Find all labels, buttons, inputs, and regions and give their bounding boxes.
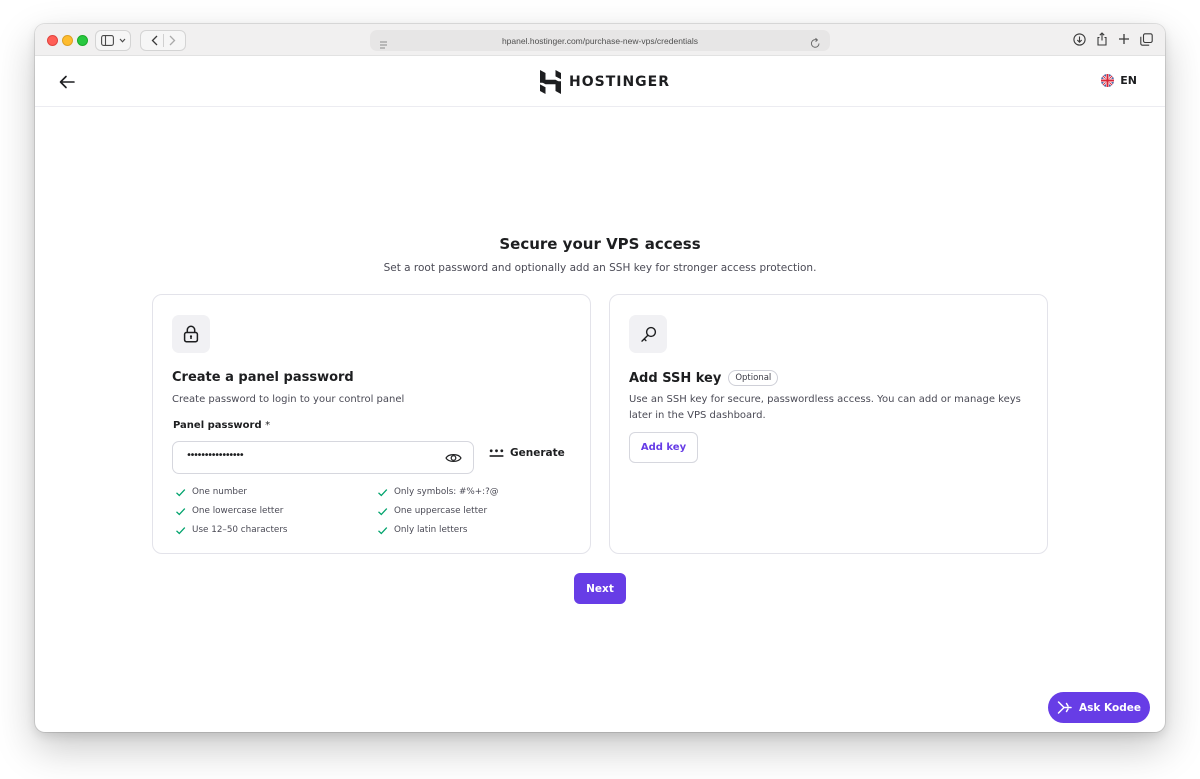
page-subtitle: Set a root password and optionally add a…: [383, 262, 817, 274]
add-key-button[interactable]: Add key: [629, 432, 698, 463]
maximize-window-button[interactable]: [77, 35, 88, 46]
browser-toolbar: hpanel.hostinger.com/purchase-new-vps/cr…: [35, 24, 1165, 56]
ask-kodee-label: Ask Kodee: [1079, 701, 1141, 714]
password-rule: Use 12–50 characters: [175, 523, 377, 537]
generate-password-button[interactable]: Generate: [489, 447, 565, 459]
password-rule-text: Only latin letters: [394, 525, 468, 535]
browser-window: hpanel.hostinger.com/purchase-new-vps/cr…: [35, 24, 1165, 732]
password-rule-text: One number: [192, 487, 248, 497]
password-rule-text: Only symbols: #%+:?@: [394, 487, 499, 497]
uk-flag-icon: [1101, 74, 1115, 87]
divider: [162, 34, 164, 47]
password-rule-text: One uppercase letter: [394, 506, 488, 516]
reader-icon[interactable]: [379, 35, 388, 54]
key-icon-tile: [629, 315, 667, 353]
password-rule-text: Use 12–50 characters: [192, 525, 288, 535]
password-value: ••••••••••••••••: [186, 450, 245, 461]
sidebar-icon: [100, 35, 114, 46]
url-text: hpanel.hostinger.com/purchase-new-vps/cr…: [501, 35, 699, 46]
close-window-button[interactable]: [47, 35, 58, 46]
address-bar[interactable]: hpanel.hostinger.com/purchase-new-vps/cr…: [370, 30, 830, 51]
ask-kodee-button[interactable]: Ask Kodee: [1048, 692, 1150, 723]
back-nav-icon[interactable]: [151, 35, 158, 46]
password-card-description: Create password to login to your control…: [172, 394, 405, 405]
history-navigation: [140, 30, 186, 51]
panel-password-card: Create a panel password Create password …: [152, 294, 591, 554]
minimize-window-button[interactable]: [62, 35, 73, 46]
ssh-card-description: Use an SSH key for secure, passwordless …: [629, 394, 1021, 421]
chevron-down-icon: [119, 38, 126, 43]
check-icon: [175, 506, 186, 517]
ssh-card-title-text: Add SSH key: [629, 370, 722, 386]
hostinger-logo: HOSTINGER: [540, 70, 670, 94]
password-rule: One uppercase letter: [377, 504, 577, 518]
check-icon: [377, 525, 388, 536]
browser-actions: [1073, 32, 1153, 46]
panel-password-label: Panel password *: [173, 420, 270, 431]
reload-icon[interactable]: [810, 34, 821, 53]
app-header: HOSTINGER EN: [35, 57, 1165, 107]
generate-dots-icon: [489, 448, 504, 458]
generate-label: Generate: [510, 447, 565, 459]
check-icon: [377, 506, 388, 517]
lock-icon-tile: [172, 315, 210, 353]
back-arrow-icon[interactable]: [57, 72, 77, 92]
next-button[interactable]: Next: [574, 573, 626, 604]
language-code: EN: [1120, 74, 1137, 87]
brand-name: HOSTINGER: [569, 74, 671, 90]
kodee-sparkle-icon: [1057, 700, 1072, 715]
check-icon: [175, 525, 186, 536]
panel-password-input[interactable]: ••••••••••••••••: [172, 441, 474, 474]
hostinger-logo-icon: [540, 70, 561, 94]
ssh-card-title: Add SSH key Optional: [629, 370, 779, 386]
optional-badge: Optional: [728, 370, 779, 386]
required-mark: *: [265, 420, 271, 431]
password-rule-text: One lowercase letter: [192, 506, 284, 516]
password-rules: One number Only symbols: #%+:?@ One lowe…: [175, 485, 575, 537]
new-tab-icon[interactable]: [1118, 33, 1130, 45]
password-rule: One number: [175, 485, 377, 499]
password-card-title: Create a panel password: [172, 370, 354, 385]
password-rule: Only symbols: #%+:?@: [377, 485, 577, 499]
language-selector[interactable]: EN: [1101, 74, 1137, 87]
check-icon: [377, 487, 388, 498]
lock-icon: [183, 325, 199, 343]
check-icon: [175, 487, 186, 498]
page-title: Secure your VPS access: [499, 235, 701, 253]
download-icon[interactable]: [1073, 32, 1086, 46]
share-icon[interactable]: [1096, 32, 1108, 46]
eye-icon[interactable]: [445, 451, 462, 465]
password-rule: One lowercase letter: [175, 504, 377, 518]
ssh-key-card: Add SSH key Optional Use an SSH key for …: [609, 294, 1048, 554]
forward-nav-icon[interactable]: [169, 35, 176, 46]
panel-password-label-text: Panel password: [173, 420, 262, 431]
password-rule: Only latin letters: [377, 523, 577, 537]
key-icon: [640, 326, 657, 343]
sidebar-toggle-button[interactable]: [95, 30, 131, 51]
tab-overview-icon[interactable]: [1140, 32, 1153, 46]
